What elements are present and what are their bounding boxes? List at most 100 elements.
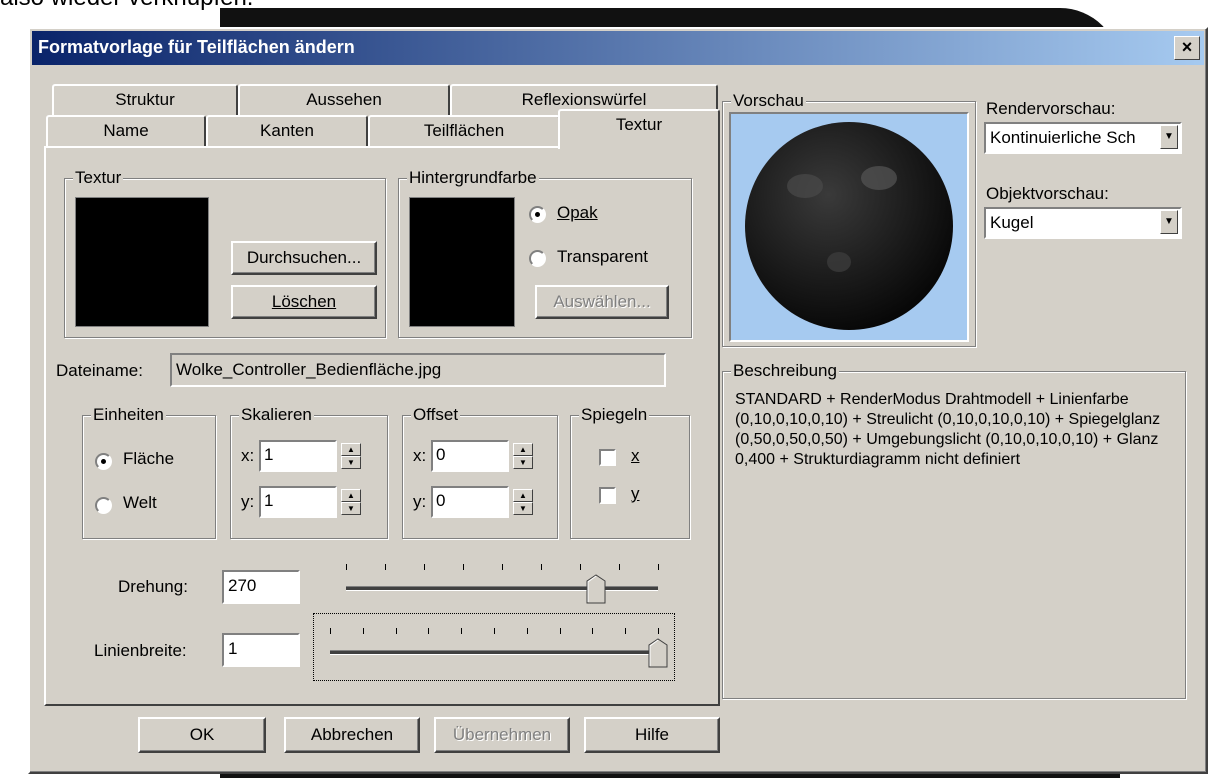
spin-down-icon[interactable]: ▼: [513, 456, 533, 469]
close-button[interactable]: ×: [1174, 36, 1200, 60]
transparent-radio[interactable]: [529, 250, 546, 267]
hintergrundfarbe-group: Hintergrundfarbe Opak Transparent Auswäh…: [398, 168, 692, 338]
vorschau-group-label: Vorschau: [731, 91, 806, 111]
chevron-down-icon[interactable]: ▼: [1160, 125, 1178, 149]
tab-label: Teilflächen: [423, 121, 505, 140]
skalieren-x-input[interactable]: 1: [259, 440, 337, 472]
tab-name[interactable]: Name: [46, 115, 206, 147]
spin-up-icon[interactable]: ▲: [513, 489, 533, 502]
opak-radio[interactable]: [529, 206, 546, 223]
offset-y-input[interactable]: 0: [431, 486, 509, 518]
skalieren-x-label: x:: [241, 446, 255, 465]
offset-x-spinner[interactable]: ▲ ▼: [513, 443, 533, 469]
help-button[interactable]: Hilfe: [584, 717, 720, 753]
spiegeln-y-label: y: [631, 484, 640, 503]
skalieren-x-value: 1: [264, 445, 274, 464]
chevron-down-icon[interactable]: ▼: [1160, 210, 1178, 234]
dateiname-label: Dateiname:: [56, 361, 143, 380]
format-dialog: Formatvorlage für Teilflächen ändern × S…: [28, 27, 1208, 774]
objektvorschau-label: Objektvorschau:: [986, 184, 1109, 203]
offset-y-spinner[interactable]: ▲ ▼: [513, 489, 533, 515]
rendervorschau-label: Rendervorschau:: [986, 99, 1116, 118]
slider-thumb[interactable]: [586, 574, 606, 604]
offset-x-value: 0: [436, 445, 446, 464]
drehung-slider[interactable]: [330, 560, 674, 616]
spin-up-icon[interactable]: ▲: [341, 443, 361, 456]
flaeche-radio[interactable]: [95, 453, 112, 470]
drehung-value: 270: [228, 576, 257, 595]
slider-thumb[interactable]: [648, 638, 668, 668]
objektvorschau-value: Kugel: [990, 213, 1034, 232]
spiegeln-group-label: Spiegeln: [579, 405, 650, 425]
skalieren-x-spinner[interactable]: ▲ ▼: [341, 443, 361, 469]
vorschau-group: Vorschau: [722, 91, 976, 347]
drehung-label: Drehung:: [118, 577, 188, 596]
ok-button[interactable]: OK: [138, 717, 266, 753]
skalieren-y-spinner[interactable]: ▲ ▼: [341, 489, 361, 515]
dateiname-field: Wolke_Controller_Bedienfläche.jpg: [170, 353, 666, 387]
apply-button[interactable]: Übernehmen: [434, 717, 570, 753]
choose-color-button[interactable]: Auswählen...: [535, 285, 669, 319]
spin-up-icon[interactable]: ▲: [513, 443, 533, 456]
background-text: also wieder verknüpfen.: [0, 0, 253, 12]
slider-tick: [559, 628, 561, 634]
welt-radio[interactable]: [95, 497, 112, 514]
spiegeln-y-checkbox[interactable]: [599, 487, 616, 504]
spin-down-icon[interactable]: ▼: [513, 502, 533, 515]
dialog-title: Formatvorlage für Teilflächen ändern: [38, 37, 355, 57]
background-color-preview: [409, 197, 515, 327]
textur-group-label: Textur: [73, 168, 124, 188]
tab-kanten[interactable]: Kanten: [206, 115, 368, 147]
slider-tick: [658, 628, 659, 634]
beschreibung-group: Beschreibung STANDARD + RenderModus Drah…: [722, 361, 1186, 699]
skalieren-group-label: Skalieren: [239, 405, 314, 425]
title-bar[interactable]: Formatvorlage für Teilflächen ändern ×: [32, 31, 1204, 65]
spin-down-icon[interactable]: ▼: [341, 502, 361, 515]
offset-x-label: x:: [413, 446, 427, 465]
spiegeln-group: Spiegeln x y: [570, 405, 690, 539]
offset-group: Offset x: 0 ▲ ▼ y: 0 ▲ ▼: [402, 405, 558, 539]
linienbreite-input[interactable]: 1: [222, 633, 300, 667]
textur-group: Textur Durchsuchen... Löschen: [64, 168, 386, 338]
slider-tick: [541, 564, 542, 570]
tab-panel: Textur Durchsuchen... Löschen Hintergrun…: [44, 146, 720, 706]
rendervorschau-value: Kontinuierliche Sch: [990, 128, 1136, 147]
slider-tick: [428, 628, 430, 634]
slider-track: [346, 586, 658, 591]
skalieren-y-value: 1: [264, 491, 274, 510]
tab-label: Kanten: [260, 121, 314, 140]
spiegeln-x-label: x: [631, 446, 640, 465]
preview-area: [729, 112, 969, 342]
offset-y-value: 0: [436, 491, 446, 510]
linienbreite-slider[interactable]: [313, 613, 675, 681]
spiegeln-x-checkbox[interactable]: [599, 449, 616, 466]
tab-struktur[interactable]: Struktur: [52, 84, 238, 116]
offset-x-input[interactable]: 0: [431, 440, 509, 472]
slider-tick: [424, 564, 425, 570]
tab-textur[interactable]: Textur: [558, 109, 720, 149]
sphere-preview: [745, 122, 953, 330]
beschreibung-text: STANDARD + RenderModus Drahtmodell + Lin…: [735, 391, 1161, 468]
einheiten-group-label: Einheiten: [91, 405, 166, 425]
slider-tick: [463, 564, 464, 570]
cancel-button[interactable]: Abbrechen: [284, 717, 420, 753]
tab-label: Name: [103, 121, 149, 140]
drehung-input[interactable]: 270: [222, 570, 300, 604]
slider-tick: [526, 628, 528, 634]
slider-tick: [494, 628, 495, 634]
skalieren-group: Skalieren x: 1 ▲ ▼ y: 1 ▲ ▼: [230, 405, 388, 539]
delete-texture-button[interactable]: Löschen: [231, 285, 377, 319]
slider-tick: [580, 564, 581, 570]
skalieren-y-input[interactable]: 1: [259, 486, 337, 518]
tab-teilflaechen[interactable]: Teilflächen: [368, 115, 560, 147]
browse-button[interactable]: Durchsuchen...: [231, 241, 377, 275]
skalieren-y-label: y:: [241, 492, 255, 511]
slider-tick: [658, 564, 659, 570]
flaeche-label: Fläche: [123, 449, 175, 468]
objektvorschau-select[interactable]: Kugel ▼: [984, 207, 1182, 239]
tab-aussehen[interactable]: Aussehen: [238, 84, 450, 116]
spin-up-icon[interactable]: ▲: [341, 489, 361, 502]
rendervorschau-select[interactable]: Kontinuierliche Sch ▼: [984, 122, 1182, 154]
spin-down-icon[interactable]: ▼: [341, 456, 361, 469]
slider-tick: [330, 628, 331, 634]
